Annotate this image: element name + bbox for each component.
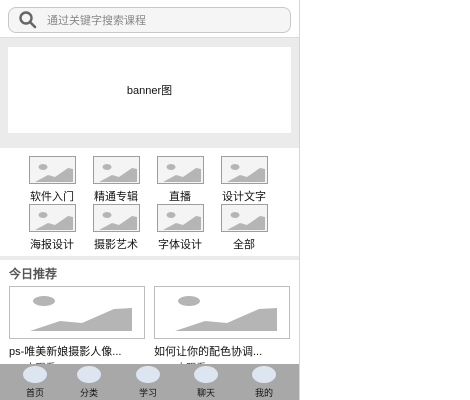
image-placeholder-icon	[92, 156, 140, 184]
category-item-photography-art[interactable]: 摄影艺术	[84, 204, 148, 252]
course-card[interactable]: 如何让你的配色协调... 5361人观看	[154, 286, 290, 374]
image-placeholder-icon	[156, 156, 204, 184]
image-placeholder-icon	[28, 204, 76, 232]
category-grid: 软件入门 精通专辑 直播 设计文字 海报设计 摄影艺术 字体设计 全部	[0, 148, 299, 256]
image-placeholder-icon	[154, 286, 290, 339]
recommend-section: 今日推荐 ps-唯美新娘摄影人像... 317人观看 如何让你的配色协调... …	[0, 260, 299, 374]
tab-label: 学习	[138, 388, 157, 398]
category-item-font-design[interactable]: 字体设计	[148, 204, 212, 252]
app-screen: 通过关键字搜索课程 banner图 软件入门 精通专辑 直播 设计文字 海报设计…	[0, 0, 300, 400]
search-placeholder: 通过关键字搜索课程	[47, 15, 146, 27]
image-placeholder-icon	[28, 156, 76, 184]
search-header: 通过关键字搜索课程	[0, 0, 299, 38]
home-icon	[23, 366, 47, 383]
chat-icon	[194, 366, 218, 383]
image-placeholder-icon	[156, 204, 204, 232]
banner-label: banner图	[126, 85, 173, 97]
image-placeholder-icon	[9, 286, 145, 339]
category-item-software-intro[interactable]: 软件入门	[20, 156, 84, 204]
tab-label: 我的	[254, 388, 273, 398]
category-item-all[interactable]: 全部	[212, 204, 276, 252]
tab-chat[interactable]: 聊天	[181, 364, 231, 400]
search-icon	[17, 9, 39, 31]
course-title: ps-唯美新娘摄影人像...	[9, 346, 122, 358]
course-title: 如何让你的配色协调...	[154, 346, 263, 358]
banner-area: banner图	[0, 39, 299, 144]
tab-profile[interactable]: 我的	[239, 364, 289, 400]
section-title: 今日推荐	[9, 267, 58, 281]
category-item-design-text[interactable]: 设计文字	[212, 156, 276, 204]
category-label: 字体设计	[158, 239, 202, 251]
category-label: 设计文字	[222, 191, 266, 203]
category-item-poster-design[interactable]: 海报设计	[20, 204, 84, 252]
tab-label: 分类	[79, 388, 98, 398]
category-label: 摄影艺术	[94, 239, 138, 251]
category-label: 海报设计	[30, 239, 74, 251]
image-placeholder-icon	[220, 156, 268, 184]
image-placeholder-icon	[220, 204, 268, 232]
tab-study[interactable]: 学习	[123, 364, 173, 400]
image-placeholder-icon	[92, 204, 140, 232]
category-icon	[77, 366, 101, 383]
tab-label: 首页	[25, 388, 44, 398]
study-icon	[136, 366, 160, 383]
tab-home[interactable]: 首页	[10, 364, 60, 400]
category-label: 直播	[169, 191, 191, 203]
banner[interactable]: banner图	[8, 47, 291, 133]
tab-label: 聊天	[196, 388, 215, 398]
profile-icon	[252, 366, 276, 383]
category-item-mastery-album[interactable]: 精通专辑	[84, 156, 148, 204]
bottom-tab-bar: 首页 分类 学习 聊天 我的	[0, 364, 299, 400]
category-label: 精通专辑	[94, 191, 138, 203]
category-item-live[interactable]: 直播	[148, 156, 212, 204]
search-input[interactable]: 通过关键字搜索课程	[8, 7, 291, 33]
tab-category[interactable]: 分类	[64, 364, 114, 400]
category-label: 全部	[233, 239, 255, 251]
course-card[interactable]: ps-唯美新娘摄影人像... 317人观看	[9, 286, 145, 374]
category-label: 软件入门	[30, 191, 74, 203]
